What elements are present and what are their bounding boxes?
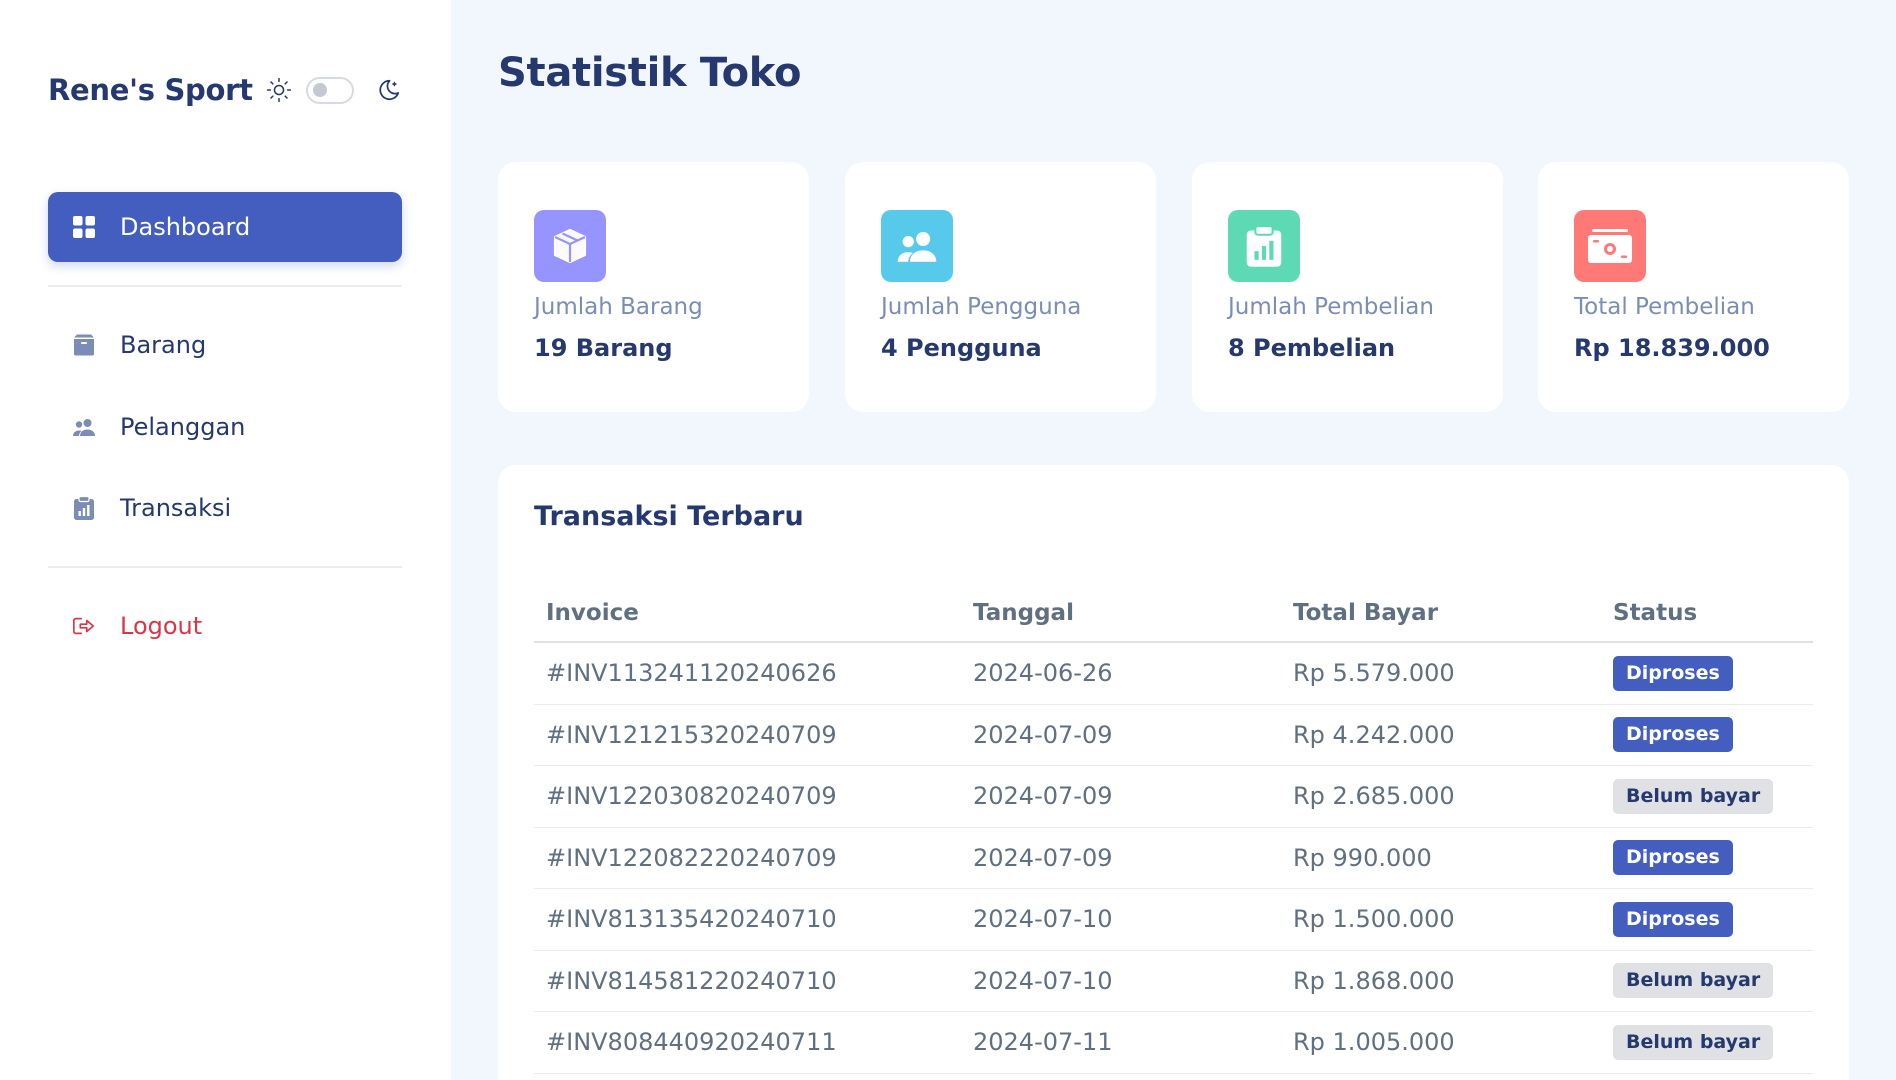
stat-value: 19 Barang: [534, 334, 673, 362]
status-badge: Diproses: [1613, 655, 1733, 691]
logout-button[interactable]: Logout: [48, 591, 402, 661]
invoice-cell: #INV113241120240626: [546, 659, 837, 688]
status-cell: Diproses: [1601, 901, 1813, 937]
sidebar-item-label: Transaksi: [120, 494, 232, 522]
page-title: Statistik Toko: [498, 50, 802, 96]
status-badge: Diproses: [1613, 717, 1733, 753]
cash-icon: [1574, 210, 1646, 282]
theme-toggle[interactable]: [306, 76, 354, 104]
stat-card-total: Total Pembelian Rp 18.839.000: [1538, 162, 1849, 412]
total-cell: Rp 4.242.000: [1293, 720, 1455, 749]
column-header-total: Total Bayar: [1293, 600, 1439, 626]
status-badge: Belum bayar: [1613, 963, 1774, 999]
date-cell: 2024-07-09: [973, 720, 1113, 749]
invoice-cell: #INV813135420240710: [546, 905, 837, 934]
table-row[interactable]: #INV814581220240710 2024-07-10 Rp 1.868.…: [534, 951, 1813, 1012]
date-cell: 2024-06-26: [973, 659, 1113, 688]
panel-title: Transaksi Terbaru: [534, 501, 804, 532]
box-icon: [72, 333, 96, 357]
status-cell: Diproses: [1601, 655, 1813, 691]
total-cell: Rp 2.685.000: [1293, 782, 1455, 811]
sidebar-divider: [48, 566, 402, 568]
invoice-cell: #INV122030820240709: [546, 782, 837, 811]
theme-controls: [266, 68, 402, 112]
column-header-tanggal: Tanggal: [973, 600, 1074, 626]
invoice-cell: #INV121215320240709: [546, 720, 837, 749]
table-header: Invoice Tanggal Total Bayar Status: [534, 585, 1813, 643]
status-cell: Belum bayar: [1601, 778, 1813, 814]
date-cell: 2024-07-10: [973, 966, 1113, 995]
brand-title[interactable]: Rene's Sport: [48, 73, 253, 107]
stat-value: Rp 18.839.000: [1574, 334, 1770, 362]
table-row[interactable]: #INV121215320240709 2024-07-09 Rp 4.242.…: [534, 705, 1813, 766]
theme-toggle-knob: [313, 83, 327, 97]
status-cell: Belum bayar: [1601, 1024, 1813, 1060]
sidebar-item-label: Pelanggan: [120, 413, 246, 441]
logout-label: Logout: [120, 612, 203, 640]
total-cell: Rp 1.005.000: [1293, 1028, 1455, 1057]
status-cell: Diproses: [1601, 840, 1813, 876]
sidebar-item-dashboard[interactable]: Dashboard: [48, 192, 402, 262]
total-cell: Rp 5.579.000: [1293, 659, 1455, 688]
stat-value: 8 Pembelian: [1228, 334, 1396, 362]
status-badge: Belum bayar: [1613, 1024, 1774, 1060]
moon-icon: [376, 77, 402, 103]
grid-icon: [72, 215, 96, 239]
sidebar-item-label: Barang: [120, 331, 207, 359]
sidebar-item-barang[interactable]: Barang: [48, 310, 402, 380]
brand-row: Rene's Sport: [48, 68, 402, 112]
date-cell: 2024-07-09: [973, 843, 1113, 872]
invoice-cell: #INV122082220240709: [546, 843, 837, 872]
status-badge: Diproses: [1613, 901, 1733, 937]
stat-label: Jumlah Barang: [534, 294, 703, 320]
users-icon: [72, 415, 96, 439]
clipboard-data-icon: [1228, 210, 1300, 282]
transactions-table: Invoice Tanggal Total Bayar Status #INV1…: [534, 585, 1813, 1074]
column-header-invoice: Invoice: [546, 600, 639, 626]
total-cell: Rp 1.500.000: [1293, 905, 1455, 934]
sun-icon: [266, 77, 292, 103]
stat-label: Jumlah Pembelian: [1228, 294, 1434, 320]
status-cell: Belum bayar: [1601, 963, 1813, 999]
invoice-cell: #INV814581220240710: [546, 966, 837, 995]
stat-card-pengguna: Jumlah Pengguna 4 Pengguna: [845, 162, 1156, 412]
total-cell: Rp 990.000: [1293, 843, 1432, 872]
date-cell: 2024-07-09: [973, 782, 1113, 811]
column-header-status: Status: [1613, 600, 1698, 626]
sidebar-item-transaksi[interactable]: Transaksi: [48, 473, 402, 543]
users-icon: [881, 210, 953, 282]
sidebar: Rene's Sport Dashboard Barang Pelanggan …: [0, 0, 451, 1080]
sidebar-item-label: Dashboard: [120, 213, 251, 241]
status-badge: Diproses: [1613, 840, 1733, 876]
logout-icon: [72, 614, 96, 638]
stat-label: Jumlah Pengguna: [881, 294, 1082, 320]
status-badge: Belum bayar: [1613, 778, 1774, 814]
table-row[interactable]: #INV113241120240626 2024-06-26 Rp 5.579.…: [534, 643, 1813, 705]
recent-transactions-panel: Transaksi Terbaru Invoice Tanggal Total …: [498, 465, 1849, 1080]
sidebar-item-pelanggan[interactable]: Pelanggan: [48, 392, 402, 462]
table-row[interactable]: #INV813135420240710 2024-07-10 Rp 1.500.…: [534, 889, 1813, 951]
stat-card-barang: Jumlah Barang 19 Barang: [498, 162, 809, 412]
date-cell: 2024-07-11: [973, 1028, 1113, 1057]
box-icon: [534, 210, 606, 282]
stat-card-pembelian: Jumlah Pembelian 8 Pembelian: [1192, 162, 1503, 412]
invoice-cell: #INV808440920240711: [546, 1028, 837, 1057]
stat-value: 4 Pengguna: [881, 334, 1042, 362]
sidebar-divider: [48, 285, 402, 287]
status-cell: Diproses: [1601, 717, 1813, 753]
total-cell: Rp 1.868.000: [1293, 966, 1455, 995]
table-row[interactable]: #INV122030820240709 2024-07-09 Rp 2.685.…: [534, 766, 1813, 828]
clipboard-data-icon: [72, 496, 96, 520]
table-row[interactable]: #INV808440920240711 2024-07-11 Rp 1.005.…: [534, 1012, 1813, 1074]
stat-label: Total Pembelian: [1574, 294, 1755, 320]
date-cell: 2024-07-10: [973, 905, 1113, 934]
table-row[interactable]: #INV122082220240709 2024-07-09 Rp 990.00…: [534, 828, 1813, 889]
